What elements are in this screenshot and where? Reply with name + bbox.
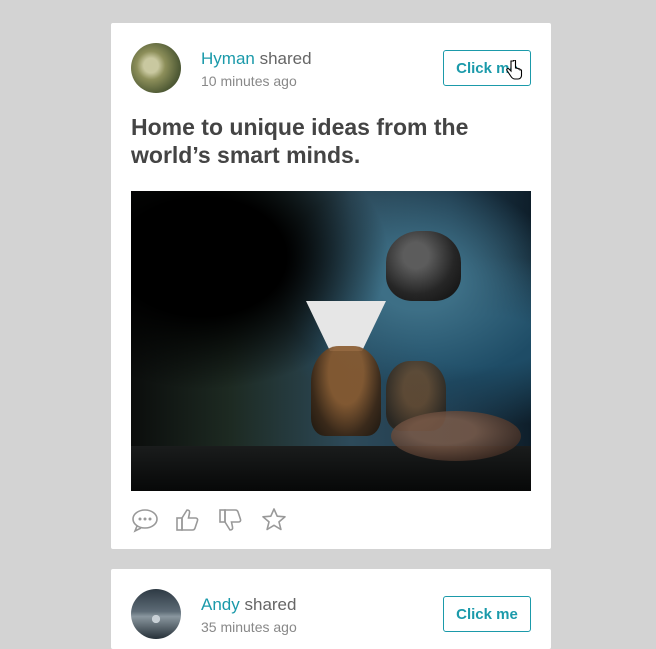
thumbs-down-icon[interactable] bbox=[217, 506, 245, 534]
post-title: Home to unique ideas from the world’s sm… bbox=[131, 114, 469, 168]
hand-pointer-icon bbox=[506, 60, 523, 80]
avatar[interactable] bbox=[131, 589, 181, 639]
star-icon[interactable] bbox=[260, 506, 288, 534]
comment-icon[interactable] bbox=[131, 506, 159, 534]
thumbs-up-icon[interactable] bbox=[174, 506, 202, 534]
image-filter bbox=[306, 301, 386, 351]
author-line: Andy shared bbox=[201, 595, 296, 615]
shared-label: shared bbox=[244, 595, 297, 614]
post-card: Andy shared 35 minutes ago Click me bbox=[111, 569, 551, 649]
author-name-link[interactable]: Hyman bbox=[201, 49, 255, 68]
page-heading-clipped bbox=[0, 0, 656, 4]
author-name-link[interactable]: Andy bbox=[201, 595, 240, 614]
post-header: Hyman shared 10 minutes ago Click me bbox=[131, 43, 531, 93]
image-kettle bbox=[386, 231, 461, 301]
click-me-button[interactable]: Click me bbox=[443, 596, 531, 632]
author-line: Hyman shared bbox=[201, 49, 312, 69]
shared-label: shared bbox=[259, 49, 312, 68]
post-timestamp: 35 minutes ago bbox=[201, 619, 297, 635]
image-hand bbox=[391, 411, 521, 461]
post-header: Andy shared 35 minutes ago Click me bbox=[131, 589, 531, 639]
post-timestamp: 10 minutes ago bbox=[201, 73, 297, 89]
post-image bbox=[131, 191, 531, 491]
avatar[interactable] bbox=[131, 43, 181, 93]
image-carafe bbox=[311, 346, 381, 436]
post-actions bbox=[131, 505, 531, 535]
post-card: Hyman shared 10 minutes ago Click me Hom… bbox=[111, 23, 551, 549]
